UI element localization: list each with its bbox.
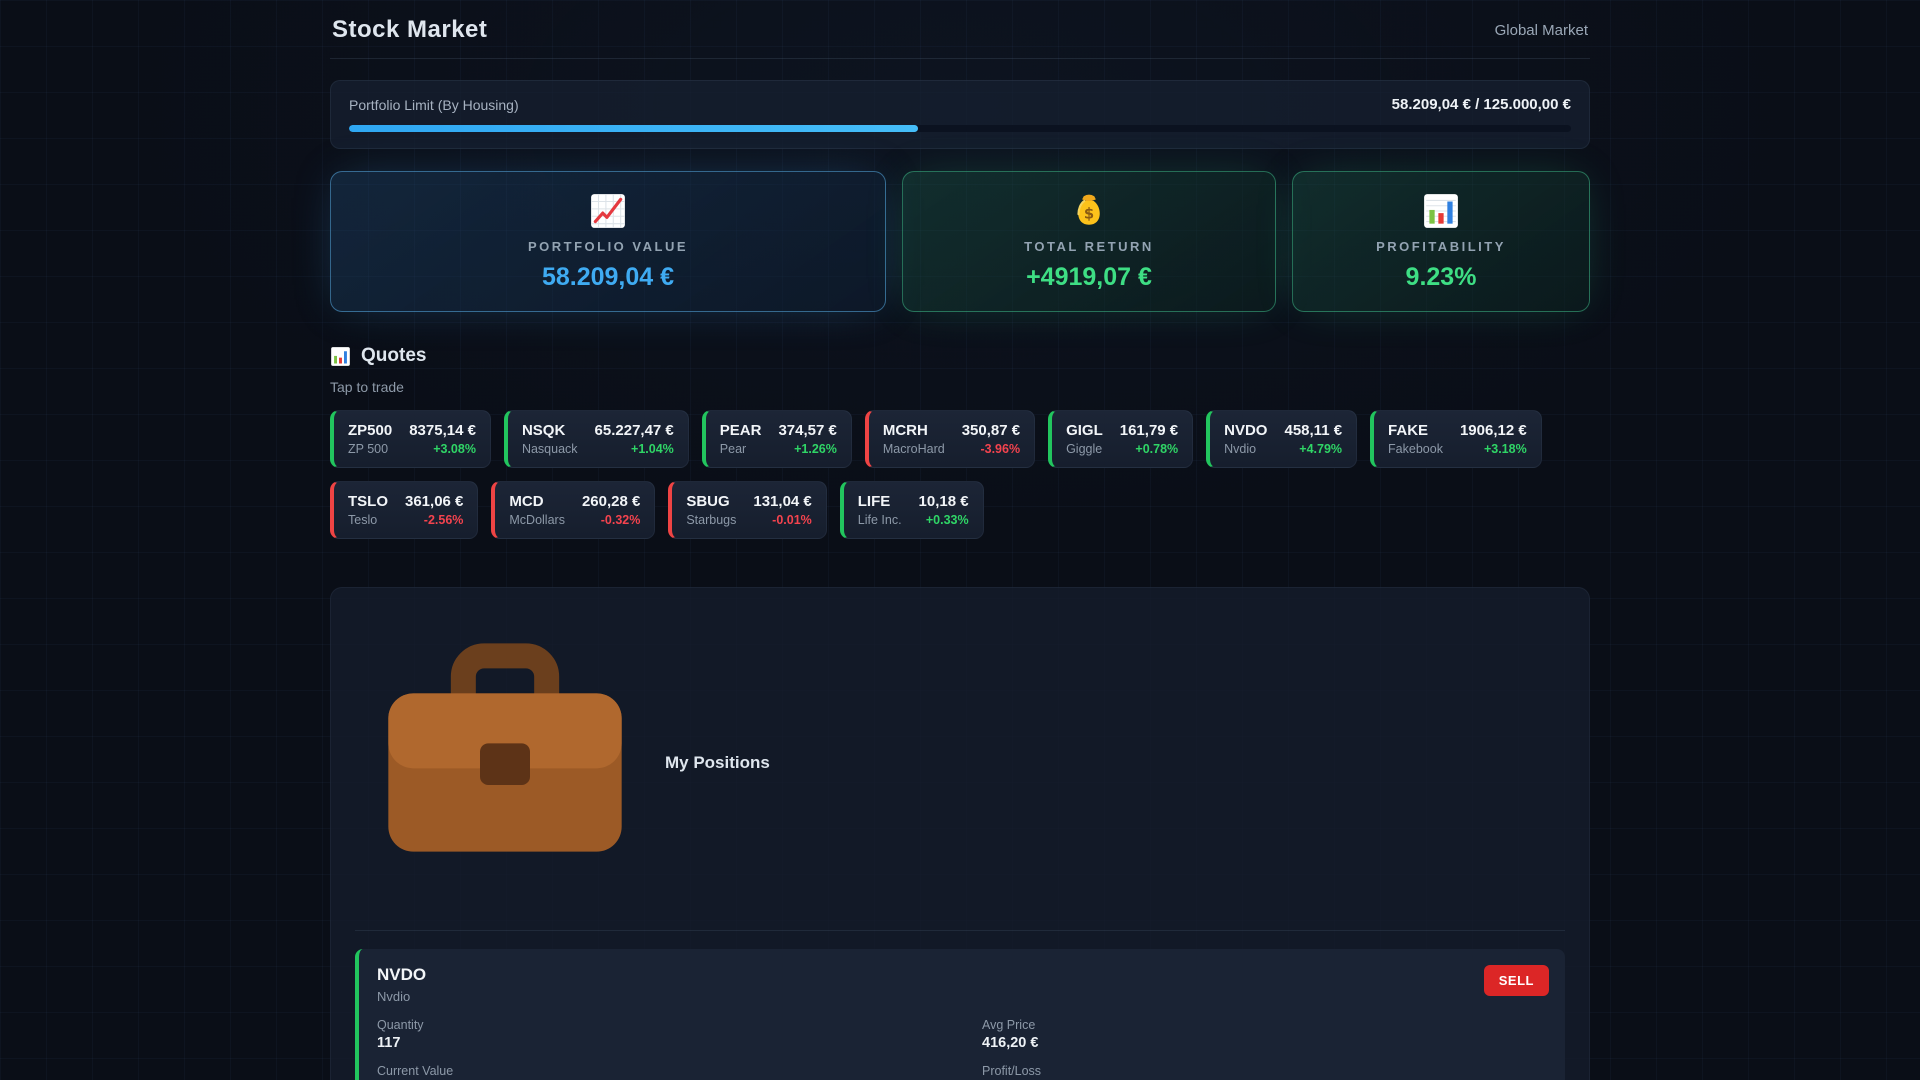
avg-price-label: Avg Price bbox=[982, 1018, 1547, 1032]
quote-ticker: GIGL bbox=[1066, 422, 1103, 439]
quotes-header: Quotes bbox=[330, 345, 1590, 367]
quote-change: +3.18% bbox=[1460, 442, 1527, 456]
quote-change: -0.32% bbox=[582, 513, 640, 527]
quote-price: 260,28 € bbox=[582, 493, 640, 510]
quote-price: 374,57 € bbox=[778, 422, 836, 439]
quote-price: 350,87 € bbox=[962, 422, 1020, 439]
quote-tile[interactable]: FAKE Fakebook 1906,12 € +3.18% bbox=[1370, 410, 1542, 468]
svg-text:$: $ bbox=[1084, 205, 1094, 222]
quote-company-name: Nvdio bbox=[1224, 442, 1267, 456]
quote-ticker: MCRH bbox=[883, 422, 945, 439]
chart-increasing-icon bbox=[589, 192, 627, 230]
quote-price: 161,79 € bbox=[1120, 422, 1178, 439]
profit-loss-label: Profit/Loss bbox=[982, 1064, 1547, 1078]
quote-tile[interactable]: TSLO Teslo 361,06 € -2.56% bbox=[330, 481, 478, 539]
quote-change: +0.33% bbox=[919, 513, 969, 527]
quote-company-name: Starbugs bbox=[686, 513, 736, 527]
quote-change: +1.26% bbox=[778, 442, 836, 456]
total-return-card: $ TOTAL RETURN +4919,07 € bbox=[902, 171, 1276, 312]
portfolio-value-amount: 58.209,04 € bbox=[542, 263, 674, 292]
quote-company-name: Life Inc. bbox=[858, 513, 902, 527]
quote-tile[interactable]: LIFE Life Inc. 10,18 € +0.33% bbox=[840, 481, 984, 539]
quantity-value: 117 bbox=[377, 1035, 942, 1051]
briefcase-icon bbox=[355, 610, 655, 915]
total-return-label: TOTAL RETURN bbox=[1024, 239, 1154, 254]
quote-price: 1906,12 € bbox=[1460, 422, 1527, 439]
portfolio-limit-progress-track bbox=[349, 125, 1571, 132]
quote-price: 361,06 € bbox=[405, 493, 463, 510]
total-return-amount: +4919,07 € bbox=[1026, 263, 1152, 292]
profitability-label: PROFITABILITY bbox=[1376, 239, 1506, 254]
quote-change: +3.08% bbox=[409, 442, 476, 456]
quote-tile[interactable]: SBUG Starbugs 131,04 € -0.01% bbox=[668, 481, 826, 539]
app-header: Stock Market Global Market bbox=[330, 0, 1590, 59]
quote-price: 131,04 € bbox=[753, 493, 811, 510]
quotes-subtitle: Tap to trade bbox=[330, 379, 1590, 395]
position-card: SELL NVDO Nvdio Quantity 117 Avg Price 4… bbox=[355, 949, 1565, 1080]
portfolio-limit-progress-fill bbox=[349, 125, 918, 132]
quote-ticker: TSLO bbox=[348, 493, 388, 510]
position-company-name: Nvdio bbox=[377, 989, 1547, 1004]
position-ticker: NVDO bbox=[377, 965, 1547, 985]
portfolio-value-card: PORTFOLIO VALUE 58.209,04 € bbox=[330, 171, 886, 312]
positions-panel: My Positions SELL NVDO Nvdio Quantity 11… bbox=[330, 587, 1590, 1080]
quote-company-name: McDollars bbox=[509, 513, 565, 527]
quote-company-name: Pear bbox=[720, 442, 762, 456]
quote-tile[interactable]: NSQK Nasquack 65.227,47 € +1.04% bbox=[504, 410, 689, 468]
quote-change: +1.04% bbox=[595, 442, 674, 456]
quote-change: -3.96% bbox=[962, 442, 1020, 456]
main-container: Stock Market Global Market Portfolio Lim… bbox=[330, 0, 1590, 1080]
profitability-card: PROFITABILITY 9.23% bbox=[1292, 171, 1590, 312]
quote-price: 8375,14 € bbox=[409, 422, 476, 439]
bar-chart-icon bbox=[330, 346, 351, 367]
quote-change: +0.78% bbox=[1120, 442, 1178, 456]
page-title: Stock Market bbox=[332, 16, 487, 44]
quote-tile[interactable]: MCD McDollars 260,28 € -0.32% bbox=[491, 481, 655, 539]
portfolio-limit-value: 58.209,04 € / 125.000,00 € bbox=[1392, 96, 1571, 113]
quote-ticker: MCD bbox=[509, 493, 565, 510]
quote-tile[interactable]: MCRH MacroHard 350,87 € -3.96% bbox=[865, 410, 1035, 468]
quote-ticker: LIFE bbox=[858, 493, 902, 510]
positions-panel-header: My Positions bbox=[355, 610, 1565, 931]
quote-tile[interactable]: GIGL Giggle 161,79 € +0.78% bbox=[1048, 410, 1193, 468]
quantity-label: Quantity bbox=[377, 1018, 942, 1032]
current-value-label: Current Value bbox=[377, 1064, 942, 1078]
quote-ticker: SBUG bbox=[686, 493, 736, 510]
portfolio-limit-label: Portfolio Limit (By Housing) bbox=[349, 97, 519, 113]
quote-company-name: MacroHard bbox=[883, 442, 945, 456]
quote-price: 65.227,47 € bbox=[595, 422, 674, 439]
positions-title: My Positions bbox=[665, 753, 770, 773]
market-scope-label: Global Market bbox=[1495, 22, 1588, 39]
portfolio-limit-card: Portfolio Limit (By Housing) 58.209,04 €… bbox=[330, 80, 1590, 149]
quote-price: 458,11 € bbox=[1284, 422, 1342, 439]
quote-price: 10,18 € bbox=[919, 493, 969, 510]
stats-row: PORTFOLIO VALUE 58.209,04 € $ TOTAL RETU… bbox=[330, 171, 1590, 312]
quote-company-name: Nasquack bbox=[522, 442, 578, 456]
quote-change: +4.79% bbox=[1284, 442, 1342, 456]
positions-list: SELL NVDO Nvdio Quantity 117 Avg Price 4… bbox=[355, 949, 1565, 1080]
money-bag-icon: $ bbox=[1070, 192, 1108, 230]
quote-company-name: Fakebook bbox=[1388, 442, 1443, 456]
profitability-amount: 9.23% bbox=[1406, 263, 1477, 292]
avg-price-value: 416,20 € bbox=[982, 1035, 1547, 1051]
bar-chart-icon bbox=[1422, 192, 1460, 230]
quote-ticker: NSQK bbox=[522, 422, 578, 439]
quote-tile[interactable]: ZP500 ZP 500 8375,14 € +3.08% bbox=[330, 410, 491, 468]
quote-company-name: Giggle bbox=[1066, 442, 1103, 456]
quote-ticker: ZP500 bbox=[348, 422, 392, 439]
quote-change: -2.56% bbox=[405, 513, 463, 527]
quote-tiles: ZP500 ZP 500 8375,14 € +3.08% NSQK Nasqu… bbox=[330, 410, 1590, 539]
quote-tile[interactable]: NVDO Nvdio 458,11 € +4.79% bbox=[1206, 410, 1357, 468]
quote-tile[interactable]: PEAR Pear 374,57 € +1.26% bbox=[702, 410, 852, 468]
quote-company-name: ZP 500 bbox=[348, 442, 392, 456]
quote-company-name: Teslo bbox=[348, 513, 388, 527]
quotes-title: Quotes bbox=[361, 345, 426, 367]
portfolio-value-label: PORTFOLIO VALUE bbox=[528, 239, 688, 254]
quote-ticker: NVDO bbox=[1224, 422, 1267, 439]
sell-button[interactable]: SELL bbox=[1484, 965, 1549, 996]
quote-ticker: PEAR bbox=[720, 422, 762, 439]
quote-change: -0.01% bbox=[753, 513, 811, 527]
quote-ticker: FAKE bbox=[1388, 422, 1443, 439]
